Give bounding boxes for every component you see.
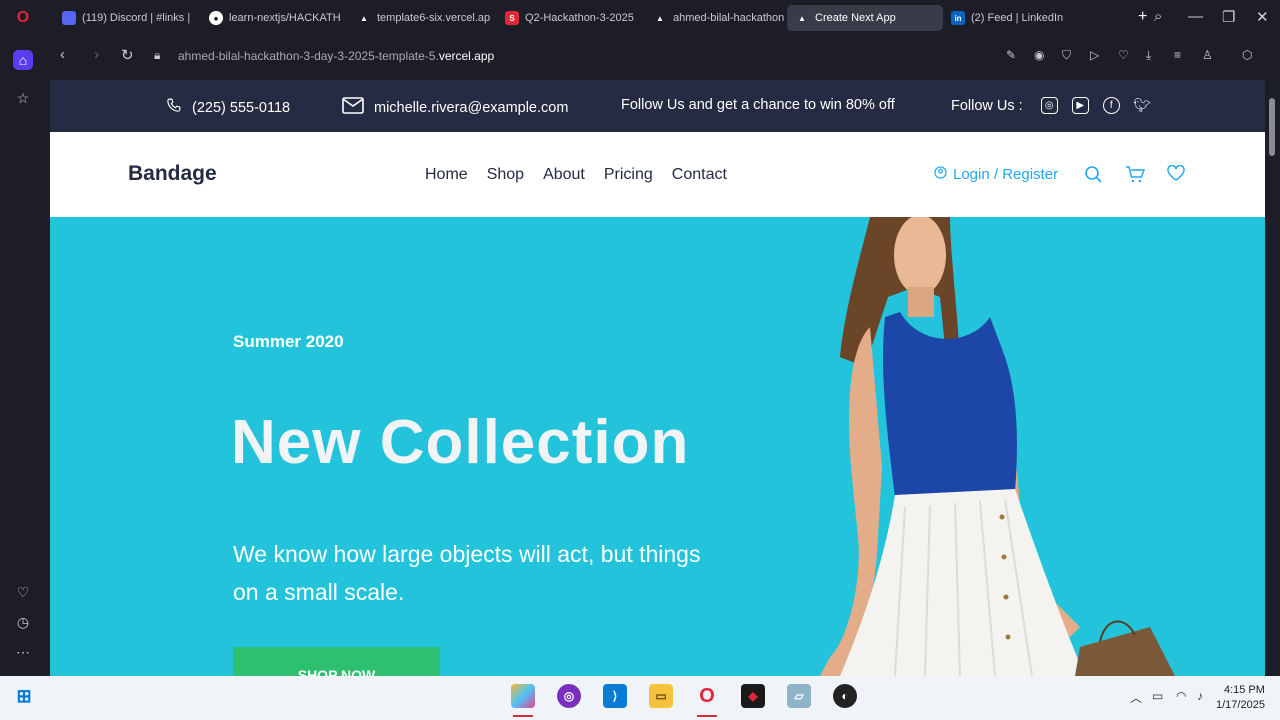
phone-contact[interactable]: (225) 555-0118 xyxy=(165,97,290,118)
mail-icon xyxy=(342,97,364,118)
main-nav: Home Shop About Pricing Contact xyxy=(425,166,727,184)
tab-q2-hackathon[interactable]: S Q2-Hackathon-3-2025 xyxy=(497,5,642,31)
tray-chevron-icon[interactable]: ︿ xyxy=(1130,689,1142,706)
url-field[interactable]: ahmed-bilal-hackathon-3-day-3-2025-templ… xyxy=(178,49,494,63)
play-icon[interactable]: ▷ xyxy=(1090,48,1099,62)
discord-icon xyxy=(62,11,76,25)
nav-contact[interactable]: Contact xyxy=(672,166,727,184)
address-bar: ‹ › ↻ 🔒︎ ahmed-bilal-hackathon-3-day-3-2… xyxy=(46,36,1280,76)
tab-linkedin[interactable]: in (2) Feed | LinkedIn xyxy=(943,5,1088,31)
active-indicator xyxy=(697,715,717,717)
back-icon[interactable]: ‹ xyxy=(60,46,65,63)
new-tab-icon[interactable]: + xyxy=(1138,8,1147,26)
follow-us: Follow Us : ◎ ▶ f 🐦︎ xyxy=(951,97,1152,114)
promo-text: Follow Us and get a chance to win 80% of… xyxy=(621,97,895,113)
download-icon[interactable]: ⤓ xyxy=(1146,48,1151,63)
file-explorer-icon[interactable]: ▭ xyxy=(649,684,673,708)
wishlist-heart-icon[interactable] xyxy=(1167,164,1185,186)
brand-logo[interactable]: Bandage xyxy=(128,162,217,186)
tray-wifi-icon[interactable]: ◠ xyxy=(1176,689,1186,703)
pinboard-icon[interactable]: ☆ xyxy=(13,88,33,108)
hero-model-image xyxy=(820,217,1175,676)
nav-home[interactable]: Home xyxy=(425,166,468,184)
hero-season: Summer 2020 xyxy=(233,332,344,351)
tab-discord[interactable]: (119) Discord | #links | xyxy=(54,5,199,31)
tab-template6[interactable]: ▲ template6-six.vercel.ap xyxy=(349,5,494,31)
heart-icon[interactable]: ♡ xyxy=(1118,48,1129,62)
app-launcher-icon[interactable] xyxy=(511,684,535,708)
web-page: (225) 555-0118 michelle.rivera@example.c… xyxy=(50,80,1265,676)
cart-icon[interactable] xyxy=(1125,165,1146,188)
search-tabs-icon[interactable]: ⌕ xyxy=(1154,8,1162,25)
browser-sidebar: O ⌂ ☆ ♡ ◷ ⋯ xyxy=(0,0,46,676)
tray-network-icon[interactable]: ▭ xyxy=(1152,689,1163,703)
twitter-icon[interactable]: 🐦︎ xyxy=(1133,97,1151,114)
windows-start-icon[interactable]: ⊞ xyxy=(12,684,36,708)
active-indicator xyxy=(513,715,533,717)
vercel-icon: ▲ xyxy=(360,13,368,23)
system-clock[interactable]: 4:15 PM 1/17/2025 xyxy=(1216,683,1265,713)
close-icon[interactable]: ✕ xyxy=(1256,8,1269,26)
github-desktop-icon[interactable]: ◎ xyxy=(557,684,581,708)
lock-icon: 🔒︎ xyxy=(154,48,161,62)
more-icon[interactable]: ⋯ xyxy=(13,642,33,662)
opera-logo-icon[interactable]: O xyxy=(13,8,33,28)
vercel-icon: ▲ xyxy=(656,13,664,23)
page-scrollbar[interactable] xyxy=(1265,80,1280,676)
nav-shop[interactable]: Shop xyxy=(487,166,524,184)
extensions-icon[interactable]: ⬡ xyxy=(1242,48,1252,62)
tab-create-next-app[interactable]: ▲ Create Next App xyxy=(787,5,943,31)
slides-icon: S xyxy=(505,11,519,25)
forward-icon[interactable]: › xyxy=(94,46,99,63)
shop-now-button[interactable]: SHOP NOW xyxy=(233,647,440,676)
vercel-icon: ▲ xyxy=(798,13,806,23)
site-header: Bandage Home Shop About Pricing Contact … xyxy=(50,132,1265,217)
app-light-icon[interactable]: ▱ xyxy=(787,684,811,708)
reload-icon[interactable]: ↻ xyxy=(121,46,134,64)
app-round-icon[interactable]: ◐ xyxy=(833,684,857,708)
shield-icon[interactable]: ⛉ xyxy=(1062,48,1071,63)
youtube-icon[interactable]: ▶ xyxy=(1071,97,1089,114)
hero-subtitle: We know how large objects will act, but … xyxy=(233,541,701,605)
phone-icon xyxy=(165,97,182,118)
vscode-icon[interactable]: ⟩ xyxy=(603,684,627,708)
scroll-thumb[interactable] xyxy=(1269,98,1275,156)
minimize-icon[interactable]: — xyxy=(1188,8,1203,25)
nav-about[interactable]: About xyxy=(543,166,585,184)
user-icon xyxy=(934,166,947,183)
edit-icon[interactable]: ✎ xyxy=(1006,48,1016,62)
tab-ahmed-bilal[interactable]: ▲ ahmed-bilal-hackathon xyxy=(645,5,785,31)
tray-volume-icon[interactable]: ♪ xyxy=(1197,689,1203,703)
app-dark-icon[interactable]: ◆ xyxy=(741,684,765,708)
search-icon[interactable] xyxy=(1084,165,1102,188)
camera-icon[interactable]: ◉ xyxy=(1034,48,1044,62)
hero-banner: Summer 2020 New Collection We know how l… xyxy=(50,217,1265,676)
heart-icon[interactable]: ♡ xyxy=(13,582,33,602)
email-contact[interactable]: michelle.rivera@example.com xyxy=(342,97,568,118)
github-icon: ● xyxy=(209,11,223,25)
hero-title: New Collection xyxy=(231,408,690,477)
linkedin-icon: in xyxy=(951,11,965,25)
menu-icon[interactable]: ≡ xyxy=(1174,48,1181,62)
history-icon[interactable]: ◷ xyxy=(13,612,33,632)
restore-icon[interactable]: ❐ xyxy=(1222,8,1235,26)
instagram-icon[interactable]: ◎ xyxy=(1040,97,1058,114)
windows-taskbar: ⊞ ◎ ⟩ ▭ O ◆ ▱ ◐ ︿ ▭ ◠ ♪ 4:15 PM 1/17/202… xyxy=(0,676,1280,720)
nav-pricing[interactable]: Pricing xyxy=(604,166,653,184)
opera-browser-icon[interactable]: O xyxy=(695,684,719,708)
profile-icon[interactable]: ♙ xyxy=(1202,48,1213,62)
tab-github[interactable]: ● learn-nextjs/HACKATH xyxy=(201,5,346,31)
top-info-bar: (225) 555-0118 michelle.rivera@example.c… xyxy=(50,80,1265,132)
home-icon[interactable]: ⌂ xyxy=(13,50,33,70)
facebook-icon[interactable]: f xyxy=(1102,97,1120,114)
login-register-link[interactable]: Login / Register xyxy=(934,166,1058,183)
tab-bar: (119) Discord | #links | ● learn-nextjs/… xyxy=(46,0,1280,36)
